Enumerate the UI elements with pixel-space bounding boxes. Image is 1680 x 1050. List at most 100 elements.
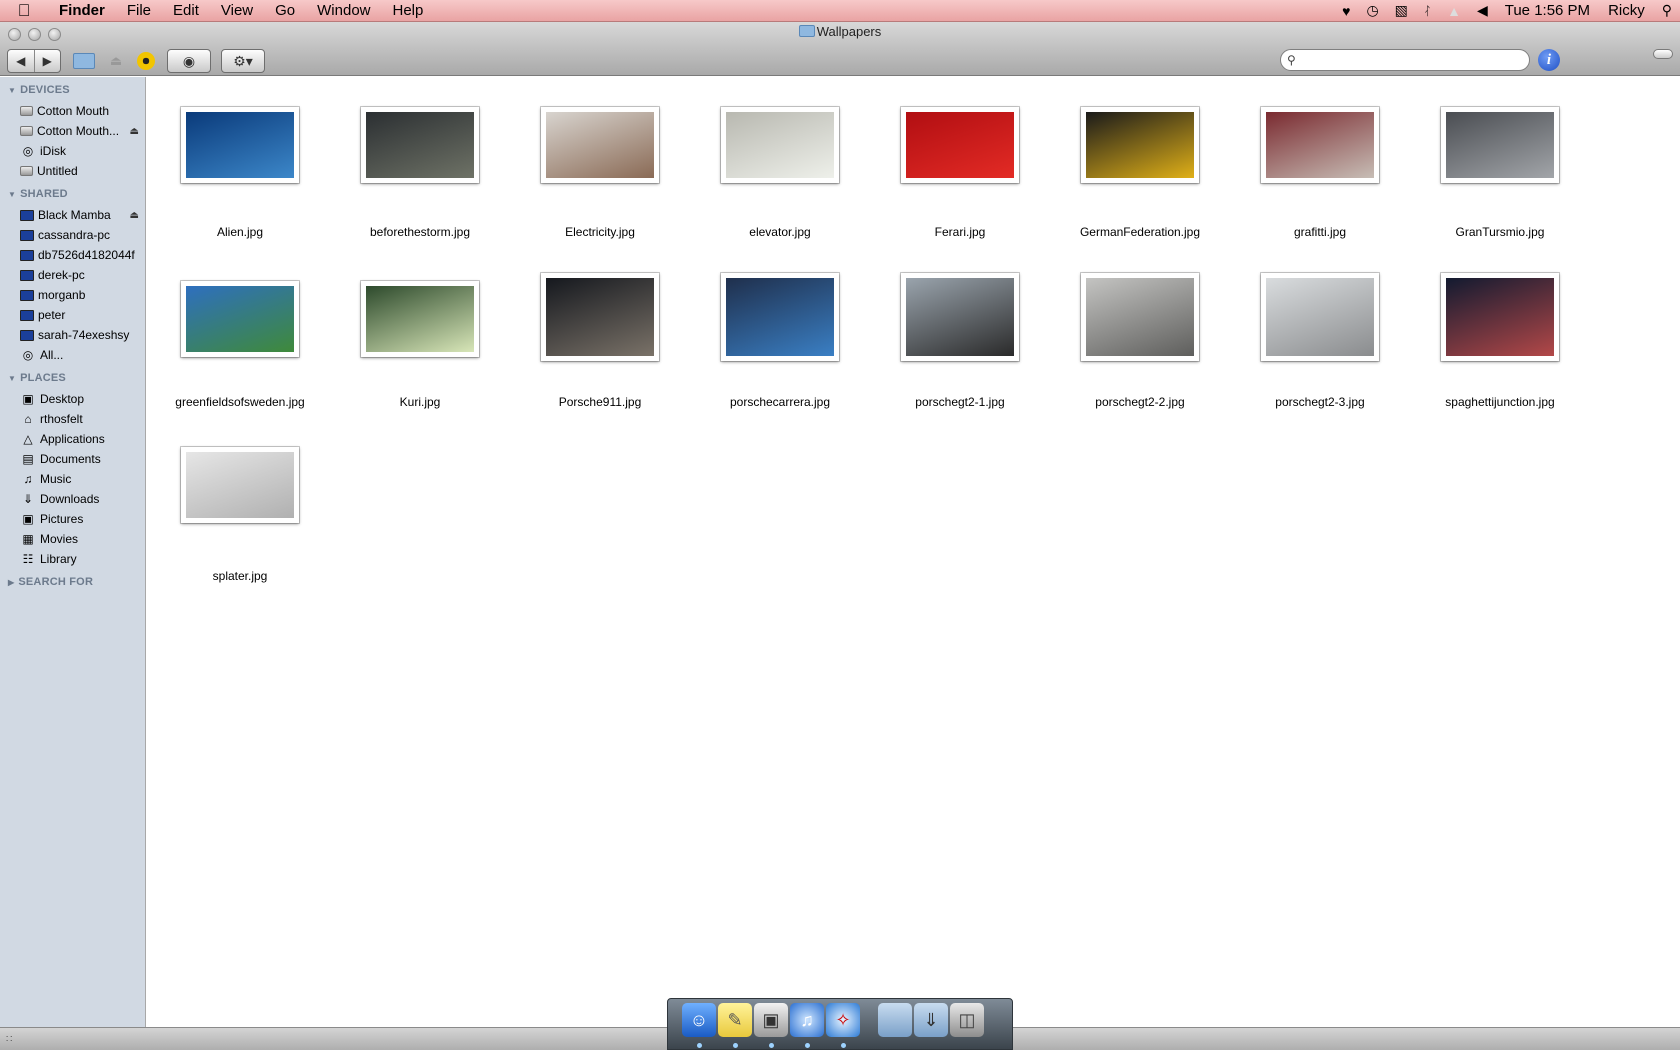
disclosure-triangle-icon[interactable]: ▼: [8, 190, 16, 199]
file-thumbnail[interactable]: [361, 281, 479, 357]
action-menu-button[interactable]: ⚙▾: [221, 49, 265, 73]
menu-window[interactable]: Window: [306, 2, 381, 19]
wifi-icon[interactable]: ▲: [1439, 3, 1469, 19]
heart-icon[interactable]: ♥: [1334, 3, 1358, 19]
sidebar-item-derek-pc[interactable]: derek-pc: [0, 265, 145, 285]
file-thumbnail[interactable]: [361, 107, 479, 183]
sidebar-item-downloads[interactable]: ⇓ Downloads: [0, 489, 145, 509]
file-thumbnail[interactable]: [721, 107, 839, 183]
file-name[interactable]: porschegt2-1.jpg: [870, 395, 1050, 409]
downloads-stack-icon[interactable]: ⇓: [914, 1003, 948, 1037]
file-thumbnail[interactable]: [721, 273, 839, 361]
back-button[interactable]: ◀: [8, 50, 35, 72]
sidebar-item-pictures[interactable]: ▣ Pictures: [0, 509, 145, 529]
menu-edit[interactable]: Edit: [162, 2, 210, 19]
file-item[interactable]: porschegt2-1.jpg: [880, 273, 1040, 423]
eject-button[interactable]: ⏏: [104, 49, 128, 73]
file-item[interactable]: porschecarrera.jpg: [700, 273, 860, 423]
forward-button[interactable]: ▶: [35, 50, 61, 72]
safari-icon[interactable]: ✧: [826, 1003, 860, 1037]
file-thumbnail[interactable]: [1081, 273, 1199, 361]
file-item[interactable]: Kuri.jpg: [340, 273, 500, 423]
file-name[interactable]: porschegt2-3.jpg: [1230, 395, 1410, 409]
itunes-icon[interactable]: ♫: [790, 1003, 824, 1037]
file-thumbnail[interactable]: [1441, 107, 1559, 183]
file-name[interactable]: greenfieldsofsweden.jpg: [150, 395, 330, 409]
sidebar-item-black-mamba[interactable]: Black Mamba ⏏: [0, 205, 145, 225]
menu-user[interactable]: Ricky: [1599, 2, 1654, 19]
stickies-icon[interactable]: ✎: [718, 1003, 752, 1037]
file-name[interactable]: Alien.jpg: [150, 225, 330, 239]
sidebar-item-cotton-mouth[interactable]: Cotton Mouth... ⏏: [0, 121, 145, 141]
file-thumbnail[interactable]: [901, 107, 1019, 183]
sidebar-item-applications[interactable]: △ Applications: [0, 429, 145, 449]
file-name[interactable]: grafitti.jpg: [1230, 225, 1410, 239]
file-item[interactable]: Alien.jpg: [160, 107, 320, 257]
sidebar-item-peter[interactable]: peter: [0, 305, 145, 325]
file-name[interactable]: GermanFederation.jpg: [1050, 225, 1230, 239]
file-thumbnail[interactable]: [541, 107, 659, 183]
quick-look-button[interactable]: ◉: [167, 49, 211, 73]
sidebar-item-db7526d4182044f[interactable]: db7526d4182044f: [0, 245, 145, 265]
disclosure-triangle-icon[interactable]: ▼: [8, 86, 16, 95]
sidebar-item-all[interactable]: ◎ All...: [0, 345, 145, 365]
menu-go[interactable]: Go: [264, 2, 306, 19]
menu-clock[interactable]: Tue 1:56 PM: [1496, 2, 1599, 19]
search-field[interactable]: ⚲: [1280, 49, 1530, 71]
sidebar-item-movies[interactable]: ▦ Movies: [0, 529, 145, 549]
sidebar-item-documents[interactable]: ▤ Documents: [0, 449, 145, 469]
sidebar-item-idisk[interactable]: ◎ iDisk: [0, 141, 145, 161]
file-name[interactable]: splater.jpg: [150, 569, 330, 583]
file-name[interactable]: Ferari.jpg: [870, 225, 1050, 239]
file-thumbnail[interactable]: [1081, 107, 1199, 183]
menu-help[interactable]: Help: [382, 2, 435, 19]
file-name[interactable]: Electricity.jpg: [510, 225, 690, 239]
file-item[interactable]: GermanFederation.jpg: [1060, 107, 1220, 257]
file-name[interactable]: spaghettijunction.jpg: [1410, 395, 1590, 409]
file-name[interactable]: Porsche911.jpg: [510, 395, 690, 409]
new-folder-button[interactable]: [70, 49, 98, 73]
preview-icon[interactable]: ▣: [754, 1003, 788, 1037]
spotlight-icon[interactable]: ⚲: [1654, 2, 1680, 19]
sidebar-item-untitled[interactable]: Untitled: [0, 161, 145, 181]
file-item[interactable]: elevator.jpg: [700, 107, 860, 257]
file-item[interactable]: porschegt2-3.jpg: [1240, 273, 1400, 423]
file-thumbnail[interactable]: [181, 447, 299, 523]
sidebar-item-morganb[interactable]: morganb: [0, 285, 145, 305]
file-item[interactable]: greenfieldsofsweden.jpg: [160, 273, 320, 423]
file-item[interactable]: Electricity.jpg: [520, 107, 680, 257]
time-machine-icon[interactable]: ◷: [1358, 2, 1386, 19]
file-item[interactable]: splater.jpg: [160, 447, 320, 597]
file-name[interactable]: GranTursmio.jpg: [1410, 225, 1590, 239]
apple-menu-icon[interactable]: : [0, 1, 48, 21]
sidebar-section-header[interactable]: ▶ SEARCH FOR: [0, 571, 145, 593]
sidebar-item-sarah-74exeshsy[interactable]: sarah-74exeshsy: [0, 325, 145, 345]
file-name[interactable]: elevator.jpg: [690, 225, 870, 239]
documents-stack-icon[interactable]: [878, 1003, 912, 1037]
finder-icon[interactable]: ☺: [682, 1003, 716, 1037]
sidebar-item-music[interactable]: ♫ Music: [0, 469, 145, 489]
file-item[interactable]: porschegt2-2.jpg: [1060, 273, 1220, 423]
file-item[interactable]: grafitti.jpg: [1240, 107, 1400, 257]
disclosure-triangle-icon[interactable]: ▼: [8, 374, 16, 383]
sidebar-item-desktop[interactable]: ▣ Desktop: [0, 389, 145, 409]
file-thumbnail[interactable]: [901, 273, 1019, 361]
bluetooth-icon[interactable]: ᛮ: [1416, 4, 1439, 18]
file-thumbnail[interactable]: [1261, 107, 1379, 183]
sidebar-item-rthosfelt[interactable]: ⌂ rthosfelt: [0, 409, 145, 429]
sidebar-section-header[interactable]: ▼ DEVICES: [0, 79, 145, 101]
menu-finder[interactable]: Finder: [48, 2, 116, 19]
sidebar-item-cotton-mouth[interactable]: Cotton Mouth: [0, 101, 145, 121]
file-thumbnail[interactable]: [1441, 273, 1559, 361]
file-name[interactable]: porschegt2-2.jpg: [1050, 395, 1230, 409]
burn-button[interactable]: [134, 49, 158, 73]
volume-icon[interactable]: ◀: [1469, 2, 1496, 19]
file-thumbnail[interactable]: [1261, 273, 1379, 361]
file-thumbnail[interactable]: [181, 107, 299, 183]
file-thumbnail[interactable]: [181, 281, 299, 357]
file-name[interactable]: porschecarrera.jpg: [690, 395, 870, 409]
file-item[interactable]: beforethestorm.jpg: [340, 107, 500, 257]
file-thumbnail[interactable]: [541, 273, 659, 361]
disclosure-triangle-icon[interactable]: ▶: [8, 578, 14, 587]
menu-view[interactable]: View: [210, 2, 264, 19]
